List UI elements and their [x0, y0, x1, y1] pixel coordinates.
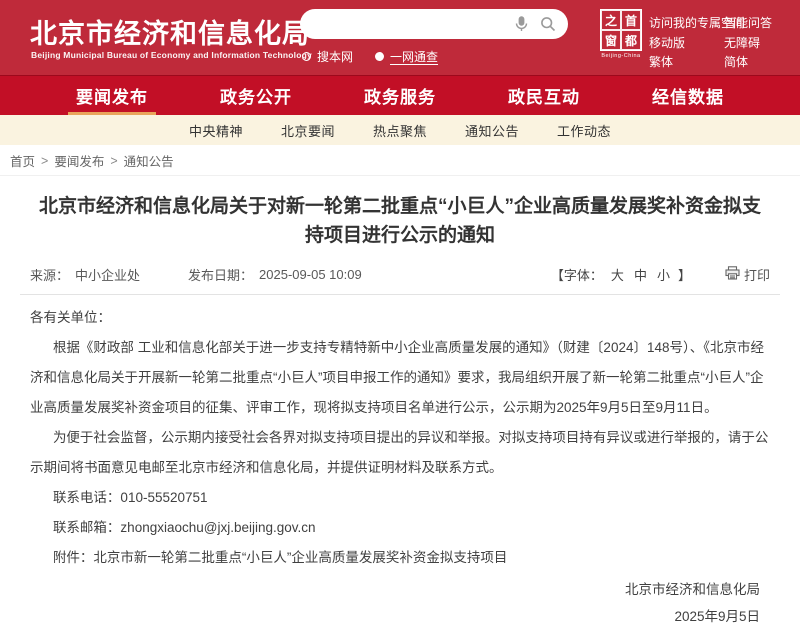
radio-selected-icon [375, 52, 384, 61]
breadcrumb-separator: > [41, 154, 48, 168]
contact-phone: 联系电话：010-55520751 [30, 483, 770, 513]
breadcrumb: 首页 > 要闻发布 > 通知公告 [0, 145, 800, 176]
paragraph: 为便于社会监督，公示期内接受社会各界对拟支持项目提出的异议和举报。对拟支持项目持… [30, 423, 770, 483]
nav-item-news[interactable]: 要闻发布 [70, 76, 154, 115]
font-size-suffix: 】 [678, 265, 691, 284]
search-submit-icon[interactable] [540, 16, 556, 32]
search-input[interactable] [314, 12, 518, 38]
salutation: 各有关单位： [30, 303, 770, 333]
paragraph: 根据《财政部 工业和信息化部关于进一步支持专精特新中小企业高质量发展的通知》（财… [30, 333, 770, 423]
logo-caption: Beijing-China [598, 53, 644, 59]
search-scope-site[interactable]: 搜本网 [302, 48, 353, 65]
subnav-item-beijing-news[interactable]: 北京要闻 [281, 121, 335, 140]
subnav-item-hot-focus[interactable]: 热点聚焦 [373, 121, 427, 140]
source-value: 中小企业处 [75, 265, 140, 284]
source-label: 来源： [30, 265, 69, 284]
capital-window-logo[interactable]: 之 首 窗 都 Beijing-China [598, 9, 644, 59]
breadcrumb-separator: > [110, 154, 117, 168]
article-meta-left: 来源： 中小企业处 发布日期： 2025-09-05 10:09 [30, 265, 362, 284]
publish-date-value: 2025-09-05 10:09 [259, 267, 362, 282]
article-title: 北京市经济和信息化局关于对新一轮第二批重点“小巨人”企业高质量发展奖补资金拟支持… [38, 192, 762, 250]
nav-item-gov-services[interactable]: 政务服务 [358, 76, 442, 115]
contact-email: 联系邮箱：zhongxiaochu@jxj.beijing.gov.cn [30, 513, 770, 543]
signature-block: 北京市经济和信息化局 2025年9月5日 [30, 576, 770, 630]
breadcrumb-notices[interactable]: 通知公告 [124, 151, 174, 170]
printer-icon [725, 266, 740, 283]
site-subtitle: Beijing Municipal Bureau of Economy and … [31, 50, 312, 60]
article-meta-right: 【字体： 大 中 小 】 打印 [551, 265, 770, 284]
radio-unselected-icon [302, 52, 311, 61]
link-smart-qa[interactable]: 智能问答 [724, 14, 772, 34]
article-meta: 来源： 中小企业处 发布日期： 2025-09-05 10:09 【字体： 大 … [30, 265, 770, 284]
signature-agency: 北京市经济和信息化局 [30, 576, 760, 603]
attachment-link[interactable]: 附件：北京市新一轮第二批重点“小巨人”企业高质量发展奖补资金拟支持项目 [30, 543, 770, 573]
nav-item-interaction[interactable]: 政民互动 [502, 76, 586, 115]
search-box [300, 9, 568, 39]
nav-item-gov-disclosure[interactable]: 政务公开 [214, 76, 298, 115]
breadcrumb-home[interactable]: 首页 [10, 151, 35, 170]
link-accessibility[interactable]: 无障碍 [724, 34, 772, 54]
print-button[interactable]: 打印 [725, 265, 770, 284]
font-size-medium-button[interactable]: 中 [632, 265, 649, 284]
header-links-column-2: 智能问答 无障碍 简体 [724, 14, 772, 73]
site-title: 北京市经济和信息化局 [30, 12, 310, 51]
breadcrumb-news[interactable]: 要闻发布 [54, 151, 104, 170]
capital-window-logo-grid: 之 首 窗 都 [600, 9, 642, 51]
site-header: 北京市经济和信息化局 Beijing Municipal Bureau of E… [0, 0, 800, 75]
font-size-prefix: 【字体： [551, 265, 603, 284]
subnav-item-work-updates[interactable]: 工作动态 [557, 121, 611, 140]
sub-nav: 中央精神 北京要闻 热点聚焦 通知公告 工作动态 [0, 115, 800, 145]
publish-date-label: 发布日期： [188, 265, 253, 284]
subnav-item-notices[interactable]: 通知公告 [465, 121, 519, 140]
subnav-item-central-spirit[interactable]: 中央精神 [189, 121, 243, 140]
signature-date: 2025年9月5日 [30, 603, 760, 630]
link-simplified-chinese[interactable]: 简体 [724, 53, 772, 73]
main-nav: 要闻发布 政务公开 政务服务 政民互动 经信数据 [0, 75, 800, 115]
font-size-small-button[interactable]: 小 [655, 265, 672, 284]
nav-item-econ-data[interactable]: 经信数据 [646, 76, 730, 115]
search-scope-onenet[interactable]: 一网通查 [375, 48, 438, 65]
article: 北京市经济和信息化局关于对新一轮第二批重点“小巨人”企业高质量发展奖补资金拟支持… [0, 192, 800, 630]
print-label: 打印 [744, 265, 770, 284]
article-body: 各有关单位： 根据《财政部 工业和信息化部关于进一步支持专精特新中小企业高质量发… [30, 295, 770, 573]
search-scope-options: 搜本网 一网通查 [302, 48, 438, 65]
font-size-large-button[interactable]: 大 [609, 265, 626, 284]
